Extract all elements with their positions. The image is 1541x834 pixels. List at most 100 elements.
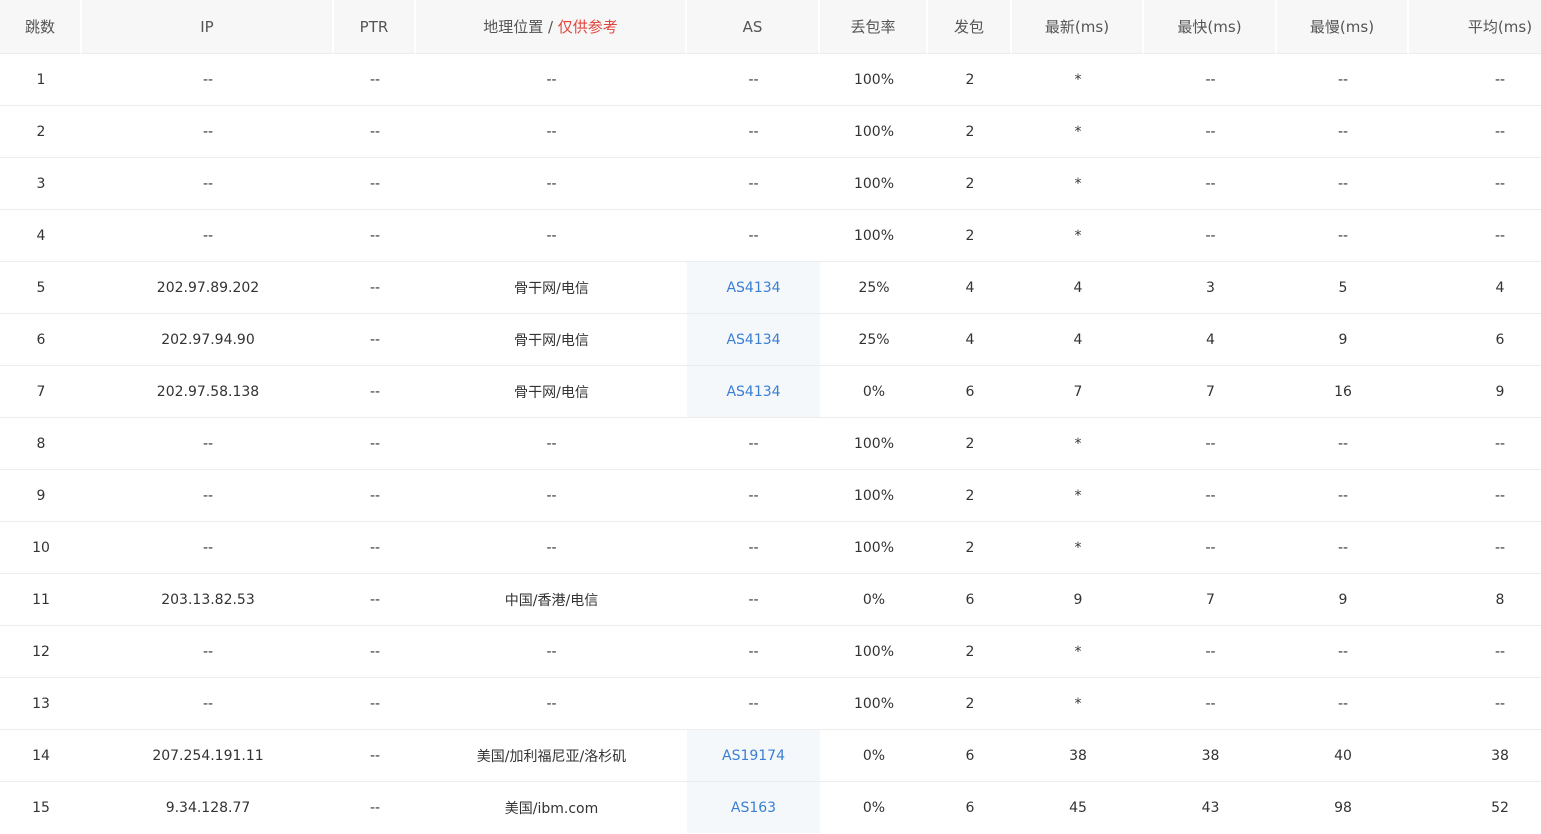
ptr-cell: --	[334, 54, 416, 106]
worst-cell: 40	[1277, 730, 1409, 782]
geo-cell: --	[416, 522, 687, 574]
worst-cell: --	[1277, 54, 1409, 106]
worst-cell: --	[1277, 678, 1409, 730]
ptr-cell: --	[334, 522, 416, 574]
as-link[interactable]: AS4134	[726, 280, 780, 296]
sent-cell: 4	[928, 262, 1012, 314]
geo-cell: 骨干网/电信	[416, 314, 687, 366]
loss-cell: 25%	[820, 314, 928, 366]
geo-cell: --	[416, 106, 687, 158]
as-link[interactable]: AS163	[731, 800, 776, 816]
header-ptr: PTR	[334, 0, 416, 54]
worst-cell: --	[1277, 106, 1409, 158]
geo-cell: --	[416, 54, 687, 106]
last-cell: *	[1012, 418, 1144, 470]
avg-cell: 4	[1409, 262, 1541, 314]
table-row: 10 -- -- -- -- 100% 2 * -- -- --	[0, 522, 1541, 574]
header-worst: 最慢(ms)	[1277, 0, 1409, 54]
header-ip: IP	[82, 0, 334, 54]
table-row: 12 -- -- -- -- 100% 2 * -- -- --	[0, 626, 1541, 678]
as-link[interactable]: AS4134	[726, 332, 780, 348]
hop-cell: 8	[0, 418, 82, 470]
table-row: 13 -- -- -- -- 100% 2 * -- -- --	[0, 678, 1541, 730]
hop-cell: 11	[0, 574, 82, 626]
table-row: 7 202.97.58.138 -- 骨干网/电信 AS4134 0% 6 7 7 16 9	[0, 366, 1541, 418]
geo-cell: 骨干网/电信	[416, 366, 687, 418]
as-cell: --	[687, 626, 820, 678]
best-cell: 43	[1201, 799, 1220, 816]
avg-cell: --	[1409, 626, 1541, 678]
avg-cell: 38	[1409, 730, 1541, 782]
avg-cell: --	[1409, 522, 1541, 574]
best-cell: 7	[1144, 574, 1277, 626]
last-cell: *	[1012, 106, 1144, 158]
hop-cell: 3	[0, 158, 82, 210]
best-cell: --	[1144, 158, 1277, 210]
header-sent: 发包	[928, 0, 1012, 54]
last-cell: 38	[1012, 730, 1144, 782]
as-link[interactable]: AS4134	[726, 384, 780, 400]
geo-cell: --	[416, 470, 687, 522]
as-cell: --	[687, 418, 820, 470]
as-cell: AS163	[687, 782, 820, 833]
sent-cell: 2	[928, 522, 1012, 574]
header-as: AS	[687, 0, 820, 54]
table-row: 4 -- -- -- -- 100% 2 * -- -- --	[0, 210, 1541, 262]
hop-cell: 14	[0, 730, 82, 782]
hop-cell: 7	[0, 366, 82, 418]
sent-cell: 4	[928, 314, 1012, 366]
header-last: 最新(ms)	[1012, 0, 1144, 54]
ptr-cell: --	[334, 678, 416, 730]
sent-cell: 6	[965, 799, 975, 816]
avg-cell: --	[1409, 158, 1541, 210]
last-cell: *	[1012, 158, 1144, 210]
ip-cell: --	[82, 470, 334, 522]
avg-cell: 8	[1409, 574, 1541, 626]
ptr-cell: --	[334, 366, 416, 418]
as-link[interactable]: AS19174	[722, 748, 785, 764]
table-body: 1 -- -- -- -- 100% 2 * -- -- -- 2 -- -- -- -- 100% 2 * -- --…	[0, 54, 1541, 833]
table-row: 8 -- -- -- -- 100% 2 * -- -- --	[0, 418, 1541, 470]
loss-cell: 100%	[820, 678, 928, 730]
best-cell: --	[1144, 210, 1277, 262]
table-header: 跳数 IP PTR 地理位置 / 仅供参考 AS 丢包率 发包 最新(ms) 最…	[0, 0, 1541, 54]
sent-cell: 2	[928, 210, 1012, 262]
last-cell: 9	[1012, 574, 1144, 626]
worst-cell: --	[1277, 470, 1409, 522]
header-geo-separator: /	[543, 18, 558, 36]
table-row: 3 -- -- -- -- 100% 2 * -- -- --	[0, 158, 1541, 210]
loss-cell: 0%	[820, 730, 928, 782]
traceroute-table: 跳数 IP PTR 地理位置 / 仅供参考 AS 丢包率 发包 最新(ms) 最…	[0, 0, 1541, 833]
header-geo: 地理位置 / 仅供参考	[416, 0, 687, 54]
loss-cell: 100%	[820, 210, 928, 262]
ip-cell: --	[82, 522, 334, 574]
hop-cell: 15	[32, 799, 50, 816]
sent-cell: 2	[928, 626, 1012, 678]
best-cell: --	[1144, 626, 1277, 678]
ptr-cell: --	[334, 626, 416, 678]
ip-cell: --	[82, 54, 334, 106]
loss-cell: 100%	[820, 158, 928, 210]
best-cell: --	[1144, 678, 1277, 730]
as-cell: AS19174	[687, 730, 820, 782]
header-hop: 跳数	[0, 0, 82, 54]
header-best: 最快(ms)	[1144, 0, 1277, 54]
geo-cell: --	[416, 626, 687, 678]
table-row: 9 -- -- -- -- 100% 2 * -- -- --	[0, 470, 1541, 522]
ip-cell: --	[82, 626, 334, 678]
loss-cell: 100%	[820, 54, 928, 106]
ptr-cell: --	[334, 262, 416, 314]
loss-cell: 0%	[862, 799, 886, 816]
loss-cell: 0%	[820, 574, 928, 626]
avg-cell: --	[1409, 678, 1541, 730]
worst-cell: --	[1277, 158, 1409, 210]
ip-cell: 9.34.128.77	[165, 799, 251, 816]
last-cell: 4	[1012, 262, 1144, 314]
avg-cell: --	[1409, 106, 1541, 158]
hop-cell: 6	[0, 314, 82, 366]
hop-cell: 4	[0, 210, 82, 262]
as-cell: --	[687, 106, 820, 158]
header-avg: 平均(ms)	[1409, 0, 1541, 54]
hop-cell: 9	[0, 470, 82, 522]
ptr-cell: --	[334, 730, 416, 782]
